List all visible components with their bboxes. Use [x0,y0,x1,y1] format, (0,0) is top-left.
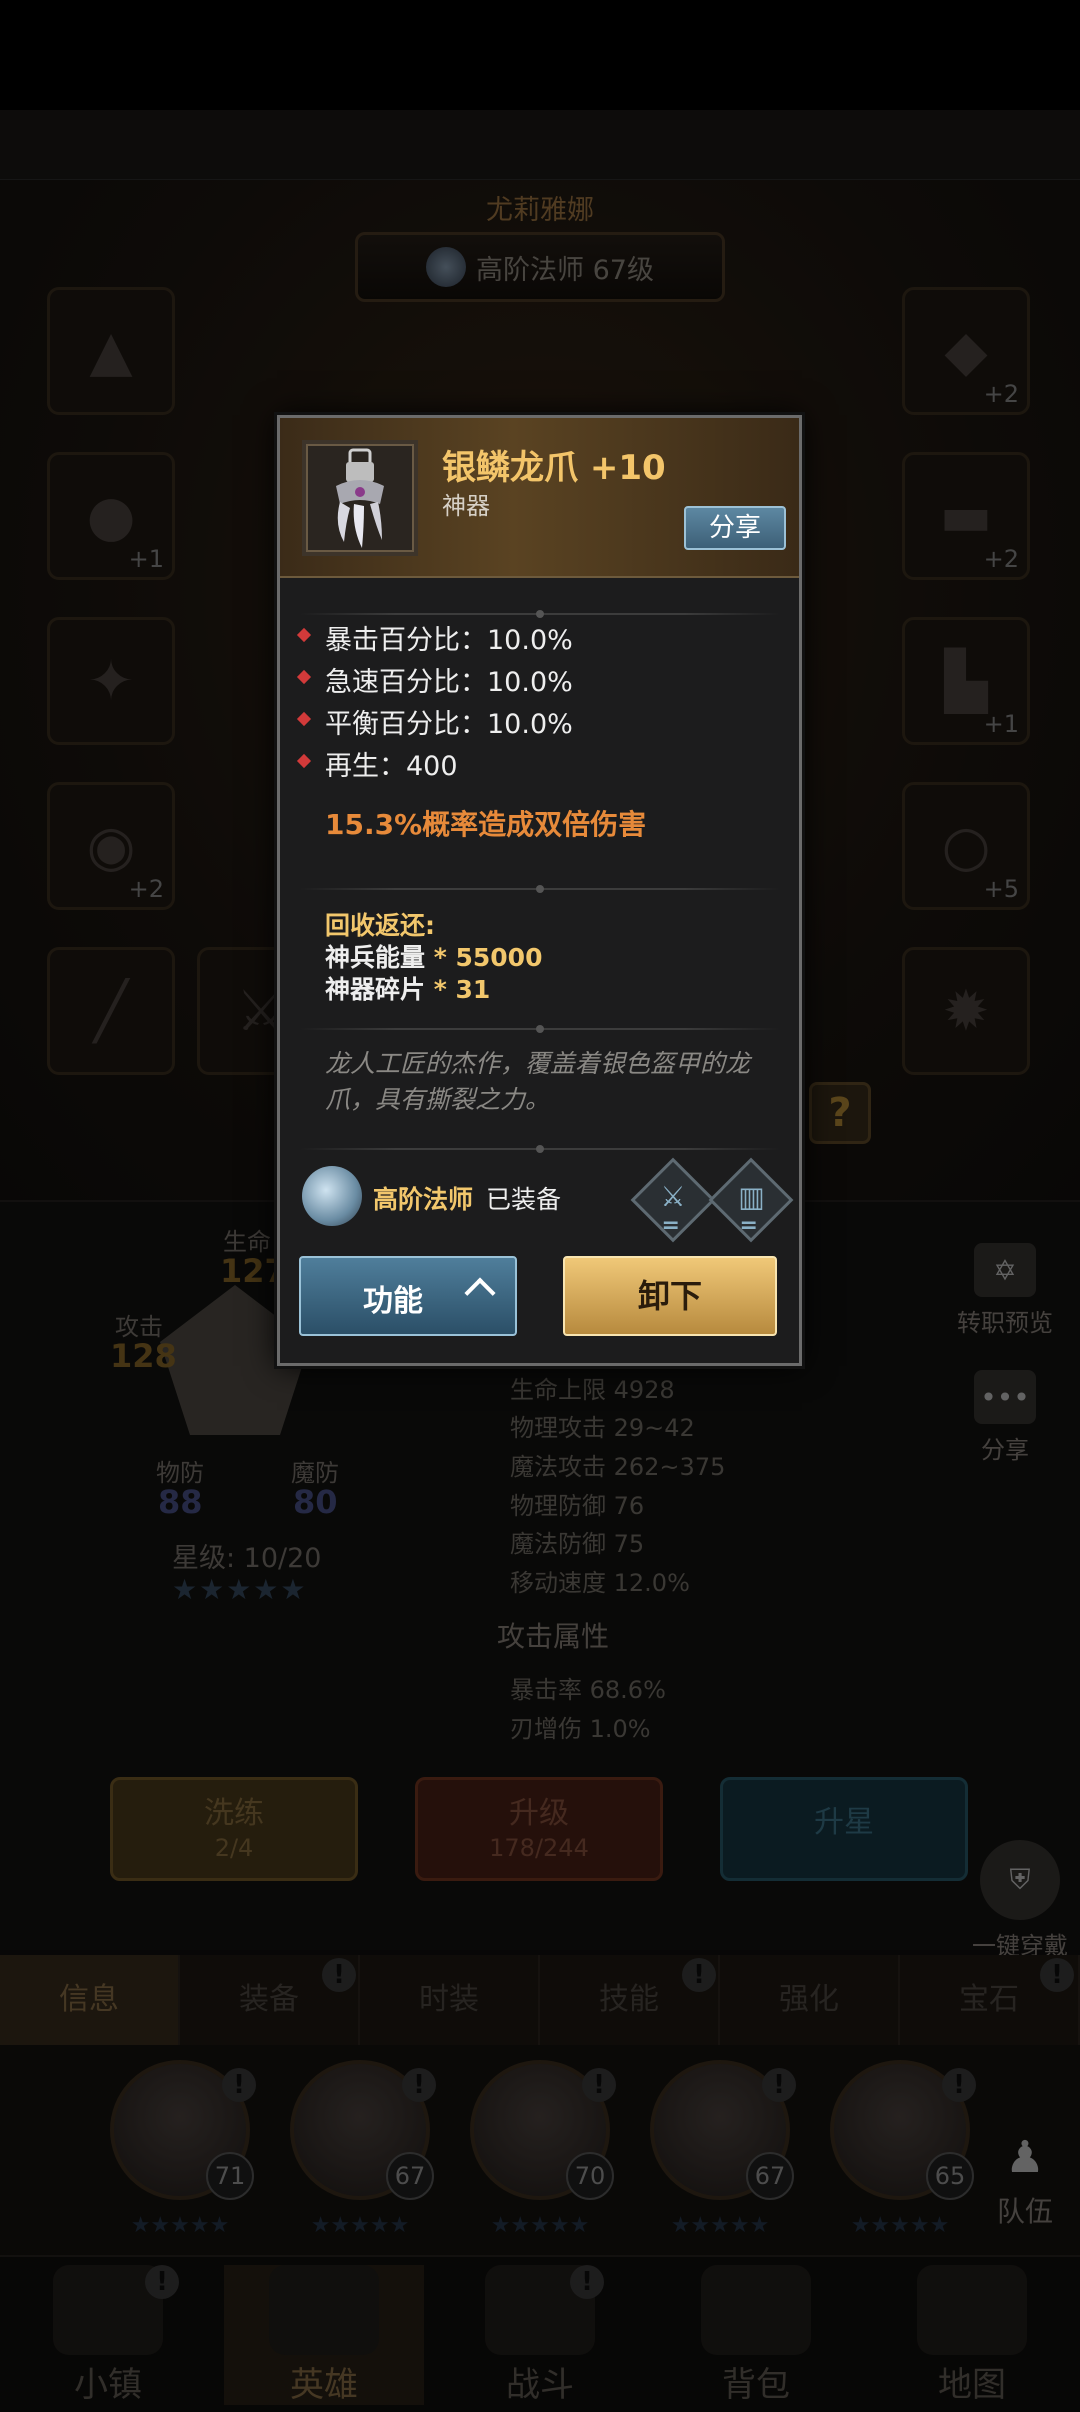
compare-weapon[interactable]: ⚔ = [630,1157,716,1243]
dragon-claw-icon [336,448,384,548]
attribute-regen: 再生：400 [325,744,458,783]
divider [300,1145,780,1153]
item-icon-frame [302,440,418,556]
book-icon: ▥ [738,1180,765,1214]
compare-equal-sign: = [739,1212,758,1238]
function-button[interactable]: 功能 [299,1256,517,1336]
attribute-haste: 急速百分比：10.0% [325,660,573,699]
recycle-item-energy: 神兵能量 * 55000 [325,943,543,972]
share-item-button[interactable]: 分享 [684,506,786,550]
item-type: 神器 [442,492,490,520]
special-effect: 15.3%概率造成双倍伤害 [325,808,647,841]
function-label: 功能 [363,1284,423,1319]
mage-class-icon [302,1166,362,1226]
sword-icon: ⚔ [660,1180,686,1214]
divider [300,610,780,618]
divider [300,885,780,893]
chevron-up-icon [464,1277,496,1309]
recycle-item-fragments: 神器碎片 * 31 [325,975,491,1004]
equipped-status: 已装备 [486,1185,562,1214]
attribute-balance: 平衡百分比：10.0% [325,702,573,741]
compare-spellbook[interactable]: ▥ = [708,1157,794,1243]
item-name: 银鳞龙爪 +10 [442,448,666,488]
compare-equal-sign: = [661,1212,680,1238]
divider [300,1025,780,1033]
item-description: 龙人工匠的杰作，覆盖着银色盔甲的龙爪，具有撕裂之力。 [325,1049,751,1114]
recycle-title: 回收返还: [325,911,435,940]
equipped-class: 高阶法师 [373,1185,474,1214]
unequip-button[interactable]: 卸下 [563,1256,777,1336]
attribute-crit: 暴击百分比：10.0% [325,618,573,657]
item-header: 银鳞龙爪 +10 神器 分享 [280,418,799,578]
item-detail-popup: 银鳞龙爪 +10 神器 分享 暴击百分比：10.0% 急速百分比：10.0% 平… [277,415,802,1366]
